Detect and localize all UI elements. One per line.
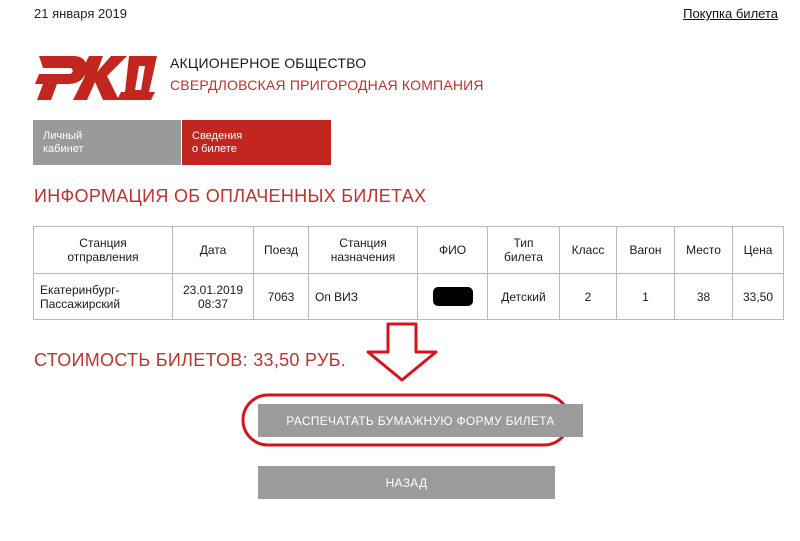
cell-departure-l2: Пассажирский [40,296,121,311]
tab-ticket-info-line2: о билете [192,143,237,155]
cell-train: 7063 [253,273,309,320]
cell-fio [417,273,488,320]
col-destination-header: Станция назначения [308,226,418,274]
down-arrow-icon [366,322,438,382]
col-type-header-l2: билета [504,250,543,264]
redacted-name-block [432,287,473,306]
table-row: Екатеринбург- Пассажирский 23.01.2019 08… [33,273,784,320]
col-departure-header-l2: отправления [67,250,139,264]
col-departure-header-l1: Станция [79,236,127,250]
cell-departure: Екатеринбург- Пассажирский [33,273,173,320]
tab-ticket-info[interactable]: Сведения о билете [181,120,331,165]
company-name: АКЦИОНЕРНОЕ ОБЩЕСТВО СВЕРДЛОВСКАЯ ПРИГОР… [170,55,484,93]
tab-ticket-info-line1: Сведения [192,130,243,142]
company-line-2: СВЕРДЛОВСКАЯ ПРИГОРОДНАЯ КОМПАНИЯ [170,77,484,93]
rzd-logo-icon [35,56,157,100]
cell-ticket-type: Детский [487,273,560,320]
cell-time-value: 08:37 [197,296,229,311]
cell-car: 1 [616,273,675,320]
col-class-header: Класс [559,226,617,274]
col-departure-header: Станция отправления [33,226,173,274]
cell-destination: Оп ВИЗ [308,273,418,320]
col-car-header: Вагон [616,226,675,274]
col-destination-header-l1: Станция [339,236,387,250]
date-label: 21 января 2019 [34,6,127,21]
col-type-header-l1: Тип [513,236,534,250]
col-seat-header: Место [674,226,733,274]
col-destination-header-l2: назначения [330,250,396,264]
back-button[interactable]: НАЗАД [258,466,555,499]
cell-class: 2 [559,273,617,320]
cell-price: 33,50 [732,273,784,320]
buy-ticket-link[interactable]: Покупка билета [683,6,778,21]
cell-seat: 38 [674,273,733,320]
tab-personal-account-line2: кабинет [43,143,84,155]
tab-personal-account[interactable]: Личный кабинет [33,120,181,165]
col-fio-header: ФИО [417,226,488,274]
cell-departure-l1: Екатеринбург- [40,282,120,297]
col-price-header: Цена [732,226,784,274]
tab-personal-account-line1: Личный [43,130,83,142]
table-header-row: Станция отправления Дата Поезд Станция н… [33,226,784,274]
col-type-header: Тип билета [487,226,560,274]
cell-date: 23.01.2019 08:37 [172,273,254,320]
tickets-table: Станция отправления Дата Поезд Станция н… [33,226,784,320]
nav-tabs: Личный кабинет Сведения о билете [33,120,331,165]
col-date-header: Дата [172,226,254,274]
company-line-1: АКЦИОНЕРНОЕ ОБЩЕСТВО [170,55,367,71]
print-ticket-button[interactable]: РАСПЕЧАТАТЬ БУМАЖНУЮ ФОРМУ БИЛЕТА [258,404,583,437]
section-title: ИНФОРМАЦИЯ ОБ ОПЛАЧЕННЫХ БИЛЕТАХ [34,186,427,206]
total-cost: СТОИМОСТЬ БИЛЕТОВ: 33,50 РУБ. [34,350,347,370]
col-train-header: Поезд [253,226,309,274]
cell-date-value: 23.01.2019 [182,282,244,297]
